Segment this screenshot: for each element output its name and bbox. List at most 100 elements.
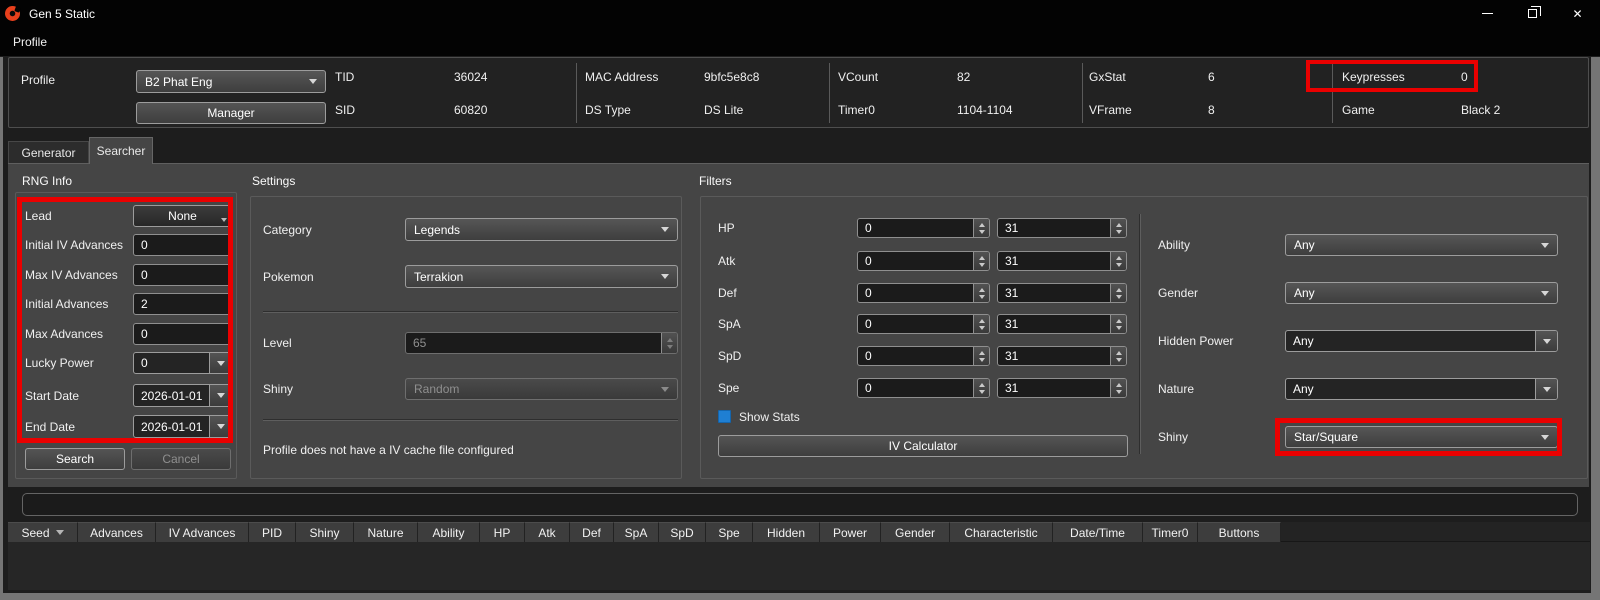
iv-calculator-button[interactable]: IV Calculator: [718, 435, 1128, 457]
field-label: Game: [1342, 103, 1461, 117]
spinner-buttons[interactable]: [973, 379, 989, 397]
nature-combobox[interactable]: Any: [1285, 378, 1558, 400]
column-label: PID: [262, 526, 282, 540]
spinner-buttons[interactable]: [973, 252, 989, 270]
search-button[interactable]: Search: [25, 448, 125, 470]
end-date-edit[interactable]: 2026-01-01: [133, 415, 232, 438]
results-table-body[interactable]: [8, 542, 1590, 590]
lead-value: None: [168, 209, 197, 223]
calendar-dropdown-button[interactable]: [209, 385, 231, 406]
minimize-icon: [1482, 13, 1493, 14]
restore-button[interactable]: [1510, 0, 1555, 27]
results-table: Seed Advances IV Advances PID Shiny Natu…: [8, 522, 1590, 590]
column-header-nature[interactable]: Nature: [354, 522, 418, 542]
def-max-spinbox[interactable]: 31: [997, 283, 1127, 303]
spinner-buttons[interactable]: [1110, 379, 1126, 397]
column-header-seed[interactable]: Seed: [8, 522, 78, 542]
start-date-edit[interactable]: 2026-01-01: [133, 384, 232, 407]
lead-row: Lead None: [25, 205, 232, 227]
initial-iv-advances-input[interactable]: 0: [133, 234, 232, 256]
spinner-buttons[interactable]: [973, 284, 989, 302]
column-header-pid[interactable]: PID: [249, 522, 296, 542]
column-header-gender[interactable]: Gender: [881, 522, 950, 542]
ability-combobox[interactable]: Any: [1285, 234, 1558, 256]
max-iv-advances-input[interactable]: 0: [133, 264, 232, 286]
window-title: Gen 5 Static: [29, 7, 95, 21]
manager-button[interactable]: Manager: [136, 102, 326, 124]
spin-up-icon: [1116, 319, 1122, 323]
field-keypresses: Keypresses0: [1342, 64, 1577, 89]
column-header-atk[interactable]: Atk: [525, 522, 570, 542]
spd-max-spinbox[interactable]: 31: [997, 346, 1127, 366]
column-header-timer0[interactable]: Timer0: [1143, 522, 1198, 542]
dropdown-button[interactable]: [1535, 379, 1557, 399]
spin-down-icon: [979, 295, 985, 299]
minimize-button[interactable]: [1465, 0, 1510, 27]
column-header-hp[interactable]: HP: [480, 522, 525, 542]
column-label: IV Advances: [169, 526, 236, 540]
gender-combobox[interactable]: Any: [1285, 282, 1558, 304]
spinner-buttons[interactable]: [973, 219, 989, 237]
show-stats-checkbox[interactable]: [718, 410, 731, 423]
spinner-buttons[interactable]: [973, 315, 989, 333]
column-header-hidden[interactable]: Hidden: [753, 522, 820, 542]
spinner-buttons[interactable]: [1110, 347, 1126, 365]
hp-max-spinbox[interactable]: 31: [997, 218, 1127, 238]
column-header-ability[interactable]: Ability: [418, 522, 480, 542]
spinner-buttons[interactable]: [1110, 219, 1126, 237]
tab-searcher[interactable]: Searcher: [89, 137, 153, 164]
atk-min-spinbox[interactable]: 0: [857, 251, 990, 271]
profile-combobox[interactable]: B2 Phat Eng: [136, 70, 326, 93]
hp-min-spinbox[interactable]: 0: [857, 218, 990, 238]
spin-up-icon: [979, 351, 985, 355]
def-min-spinbox[interactable]: 0: [857, 283, 990, 303]
lead-button[interactable]: None: [133, 205, 232, 227]
column-header-datetime[interactable]: Date/Time: [1053, 522, 1143, 542]
pokemon-combobox[interactable]: Terrakion: [405, 265, 678, 288]
column-label: SpD: [670, 526, 693, 540]
hidden-power-combobox[interactable]: Any: [1285, 330, 1558, 352]
menu-profile[interactable]: Profile: [0, 27, 60, 56]
spinner-buttons[interactable]: [1110, 284, 1126, 302]
field-label: TID: [335, 70, 454, 84]
column-header-spa[interactable]: SpA: [614, 522, 659, 542]
profile-combobox-value: B2 Phat Eng: [145, 75, 212, 89]
spe-label: Spe: [718, 381, 850, 395]
initial-advances-input[interactable]: 2: [133, 293, 232, 315]
column-label: HP: [494, 526, 511, 540]
dropdown-button[interactable]: [209, 353, 231, 373]
spa-max-spinbox[interactable]: 31: [997, 314, 1127, 334]
spe-max-spinbox[interactable]: 31: [997, 378, 1127, 398]
spinner-buttons[interactable]: [1110, 315, 1126, 333]
calendar-dropdown-button[interactable]: [209, 416, 231, 437]
combobox-value: Any: [1294, 286, 1315, 300]
lucky-power-row: Lucky Power 0: [25, 352, 232, 374]
field-label: VCount: [838, 70, 957, 84]
spe-min-spinbox[interactable]: 0: [857, 378, 990, 398]
dropdown-button[interactable]: [1535, 331, 1557, 351]
column-header-characteristic[interactable]: Characteristic: [950, 522, 1053, 542]
atk-max-spinbox[interactable]: 31: [997, 251, 1127, 271]
column-header-power[interactable]: Power: [820, 522, 881, 542]
lucky-power-combobox[interactable]: 0: [133, 352, 232, 374]
spinner-buttons[interactable]: [973, 347, 989, 365]
spinner-buttons[interactable]: [1110, 252, 1126, 270]
tab-generator[interactable]: Generator: [8, 141, 89, 163]
column-header-iv-advances[interactable]: IV Advances: [156, 522, 249, 542]
spa-min-spinbox[interactable]: 0: [857, 314, 990, 334]
close-button[interactable]: ✕: [1555, 0, 1600, 27]
column-header-shiny[interactable]: Shiny: [296, 522, 354, 542]
column-header-buttons[interactable]: Buttons: [1198, 522, 1281, 542]
divider: [1332, 63, 1333, 123]
column-header-spe[interactable]: Spe: [706, 522, 753, 542]
category-combobox[interactable]: Legends: [405, 218, 678, 241]
column-header-spd[interactable]: SpD: [659, 522, 706, 542]
column-header-def[interactable]: Def: [570, 522, 614, 542]
chevron-down-icon: [1543, 387, 1551, 392]
column-header-advances[interactable]: Advances: [78, 522, 156, 542]
max-advances-input[interactable]: 0: [133, 323, 232, 345]
spd-min-spinbox[interactable]: 0: [857, 346, 990, 366]
shiny-filter-combobox[interactable]: Star/Square: [1285, 426, 1558, 448]
field-vframe: VFrame8: [1089, 97, 1324, 122]
spinbox-value: 0: [865, 317, 872, 331]
